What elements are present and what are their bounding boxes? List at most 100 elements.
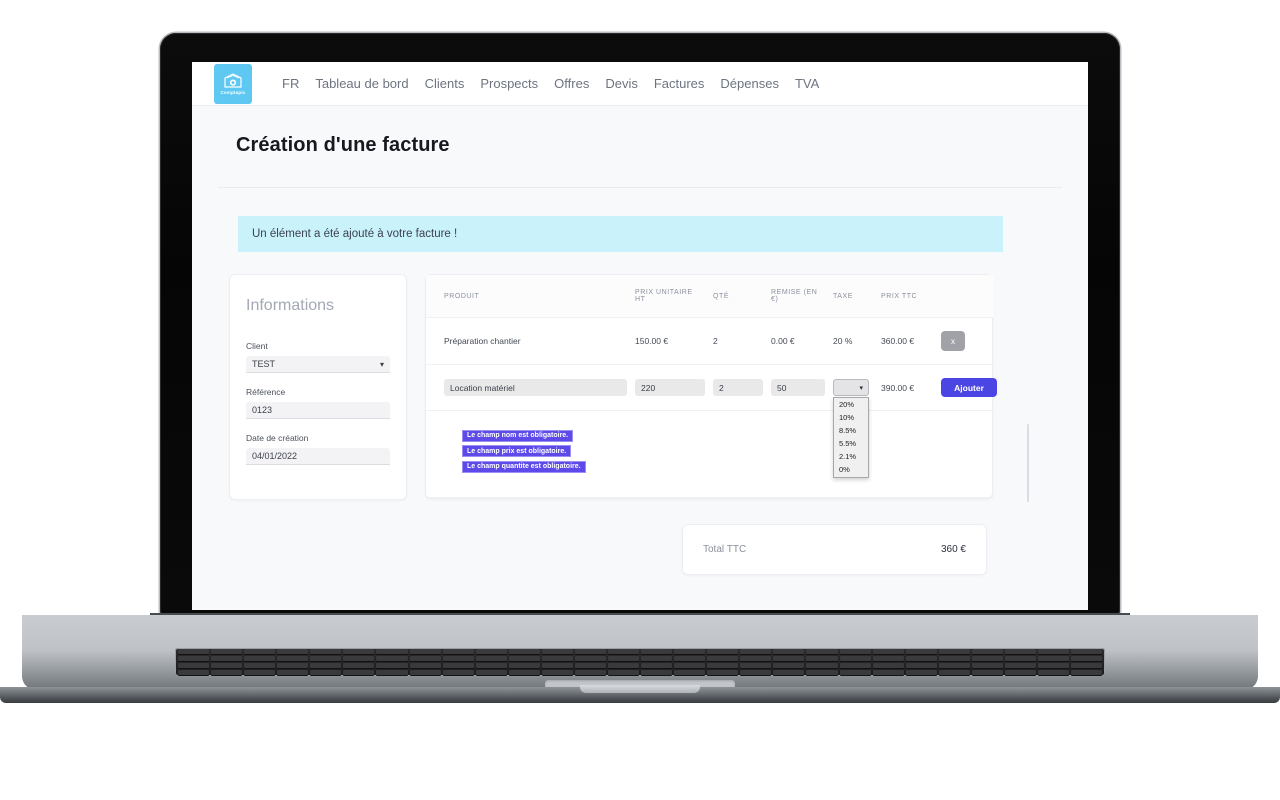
nav-item-fr[interactable]: FR bbox=[282, 76, 299, 91]
keyboard-key bbox=[574, 649, 607, 654]
page-scrollbar[interactable] bbox=[1027, 424, 1029, 502]
taxe-option-85[interactable]: 8.5% bbox=[834, 424, 868, 437]
keyboard-key bbox=[1004, 663, 1037, 668]
keyboard-key bbox=[641, 656, 673, 661]
keyboard-key bbox=[674, 656, 706, 661]
new-remise-input[interactable] bbox=[771, 379, 825, 396]
validation-errors-cell: Le champ nom est obligatoire. Le champ p… bbox=[426, 410, 994, 498]
keyboard-key bbox=[244, 663, 276, 668]
new-produit-input[interactable] bbox=[444, 379, 627, 396]
keyboard-key bbox=[244, 656, 276, 661]
keyboard-key bbox=[1004, 649, 1037, 654]
keyboard-key bbox=[475, 663, 507, 668]
keyboard-key bbox=[409, 656, 441, 661]
taxe-option-21[interactable]: 2.1% bbox=[834, 451, 868, 464]
cell-new-taxe: ▾ 20% 10% 8.5% 5.5% 2.1% 0% bbox=[829, 364, 877, 478]
keyboard-key bbox=[872, 656, 904, 661]
nav-item-tva[interactable]: TVA bbox=[795, 76, 819, 91]
error-prix: Le champ prix est obligatoire. bbox=[462, 445, 572, 457]
brand-logo[interactable]: Comptapic bbox=[214, 63, 252, 104]
keyboard-key bbox=[674, 663, 706, 668]
keyboard-key bbox=[806, 670, 838, 675]
keyboard-key bbox=[442, 663, 474, 668]
taxe-option-20[interactable]: 20% bbox=[834, 398, 868, 411]
keyboard-key bbox=[1038, 670, 1070, 675]
chevron-down-icon: ▾ bbox=[859, 384, 863, 392]
total-ttc-label: Total TTC bbox=[703, 544, 747, 555]
success-alert: Un élément a été ajouté à votre facture … bbox=[238, 216, 1003, 252]
nav-item-tableau-de-bord[interactable]: Tableau de bord bbox=[315, 76, 408, 91]
date-creation-label: Date de création bbox=[246, 433, 309, 443]
wallet-icon bbox=[223, 72, 243, 89]
new-prix-input[interactable] bbox=[635, 379, 705, 396]
col-qte: QTÉ bbox=[709, 275, 767, 318]
keyboard-row bbox=[175, 662, 1105, 669]
keyboard-key bbox=[1038, 656, 1070, 661]
reference-label: Référence bbox=[246, 387, 286, 397]
chevron-down-icon: ▾ bbox=[379, 359, 384, 369]
keyboard-key bbox=[1071, 663, 1103, 668]
keyboard-key bbox=[475, 656, 507, 661]
field-reference: Référence 0123 bbox=[246, 387, 390, 419]
keyboard-key bbox=[971, 656, 1003, 661]
keyboard-key bbox=[1071, 656, 1103, 661]
keyboard-key bbox=[608, 656, 640, 661]
keyboard-key bbox=[806, 663, 838, 668]
informations-heading: Informations bbox=[246, 297, 335, 314]
nav-item-prospects[interactable]: Prospects bbox=[480, 76, 538, 91]
cell-new-produit bbox=[426, 364, 631, 411]
keyboard-key bbox=[1071, 670, 1103, 675]
alert-text: Un élément a été ajouté à votre facture … bbox=[252, 228, 458, 240]
nav-item-depenses[interactable]: Dépenses bbox=[720, 76, 779, 91]
laptop-foot-notch bbox=[580, 685, 700, 693]
page-header: Création d'une facture bbox=[192, 106, 1088, 157]
keyboard-key bbox=[707, 663, 739, 668]
remove-item-button[interactable]: x bbox=[941, 331, 965, 351]
invoice-items-table: PRODUIT PRIX UNITAIRE HT QTÉ REMISE (EN … bbox=[426, 275, 997, 498]
taxe-option-10[interactable]: 10% bbox=[834, 411, 868, 424]
keyboard-key bbox=[574, 656, 607, 661]
nav-item-factures[interactable]: Factures bbox=[654, 76, 705, 91]
field-date-creation: Date de création 04/01/2022 bbox=[246, 433, 390, 465]
table-body: Préparation chantier 150.00 € 2 0.00 € 2… bbox=[426, 317, 997, 498]
date-creation-input[interactable]: 04/01/2022 bbox=[246, 448, 390, 465]
taxe-option-0[interactable]: 0% bbox=[834, 464, 868, 477]
cell-qte: 2 bbox=[709, 317, 767, 365]
keyboard-key bbox=[376, 663, 408, 668]
reference-input[interactable]: 0123 bbox=[246, 402, 390, 419]
keyboard-key bbox=[343, 663, 375, 668]
nav-item-devis[interactable]: Devis bbox=[605, 76, 638, 91]
keyboard-key bbox=[178, 656, 210, 661]
keyboard-row bbox=[175, 648, 1105, 655]
taxe-option-55[interactable]: 5.5% bbox=[834, 437, 868, 450]
keyboard-key bbox=[839, 670, 871, 675]
client-select[interactable]: TEST ▾ bbox=[246, 356, 390, 373]
keyboard-key bbox=[872, 670, 904, 675]
laptop-screen: Comptapic FR Tableau de bord Clients Pro… bbox=[192, 62, 1088, 610]
add-item-button[interactable]: Ajouter bbox=[941, 378, 997, 397]
keyboard-key bbox=[707, 649, 739, 654]
nav-item-offres[interactable]: Offres bbox=[554, 76, 589, 91]
page-title: Création d'une facture bbox=[236, 134, 450, 156]
new-qte-input[interactable] bbox=[713, 379, 763, 396]
keyboard-key bbox=[541, 670, 573, 675]
main-nav: FR Tableau de bord Clients Prospects Off… bbox=[282, 76, 819, 91]
keyboard-key bbox=[872, 663, 904, 668]
keyboard-key bbox=[608, 663, 640, 668]
keyboard-key bbox=[508, 656, 540, 661]
keyboard-key bbox=[574, 670, 607, 675]
keyboard-key bbox=[1071, 649, 1103, 654]
table-header-row: PRODUIT PRIX UNITAIRE HT QTÉ REMISE (EN … bbox=[426, 275, 994, 318]
keyboard-key bbox=[773, 670, 805, 675]
nav-item-clients[interactable]: Clients bbox=[425, 76, 465, 91]
keyboard-key bbox=[277, 649, 309, 654]
keyboard-key bbox=[508, 649, 540, 654]
keyboard-key bbox=[641, 663, 673, 668]
taxe-options-list[interactable]: 20% 10% 8.5% 5.5% 2.1% 0% bbox=[833, 397, 869, 478]
taxe-select[interactable]: ▾ 20% 10% 8.5% 5.5% 2.1% 0% bbox=[833, 379, 869, 478]
keyboard-key bbox=[574, 663, 607, 668]
cell-new-prix bbox=[631, 364, 709, 411]
validation-errors: Le champ nom est obligatoire. Le champ p… bbox=[444, 424, 990, 484]
keyboard-key bbox=[442, 670, 474, 675]
keyboard-key bbox=[674, 670, 706, 675]
